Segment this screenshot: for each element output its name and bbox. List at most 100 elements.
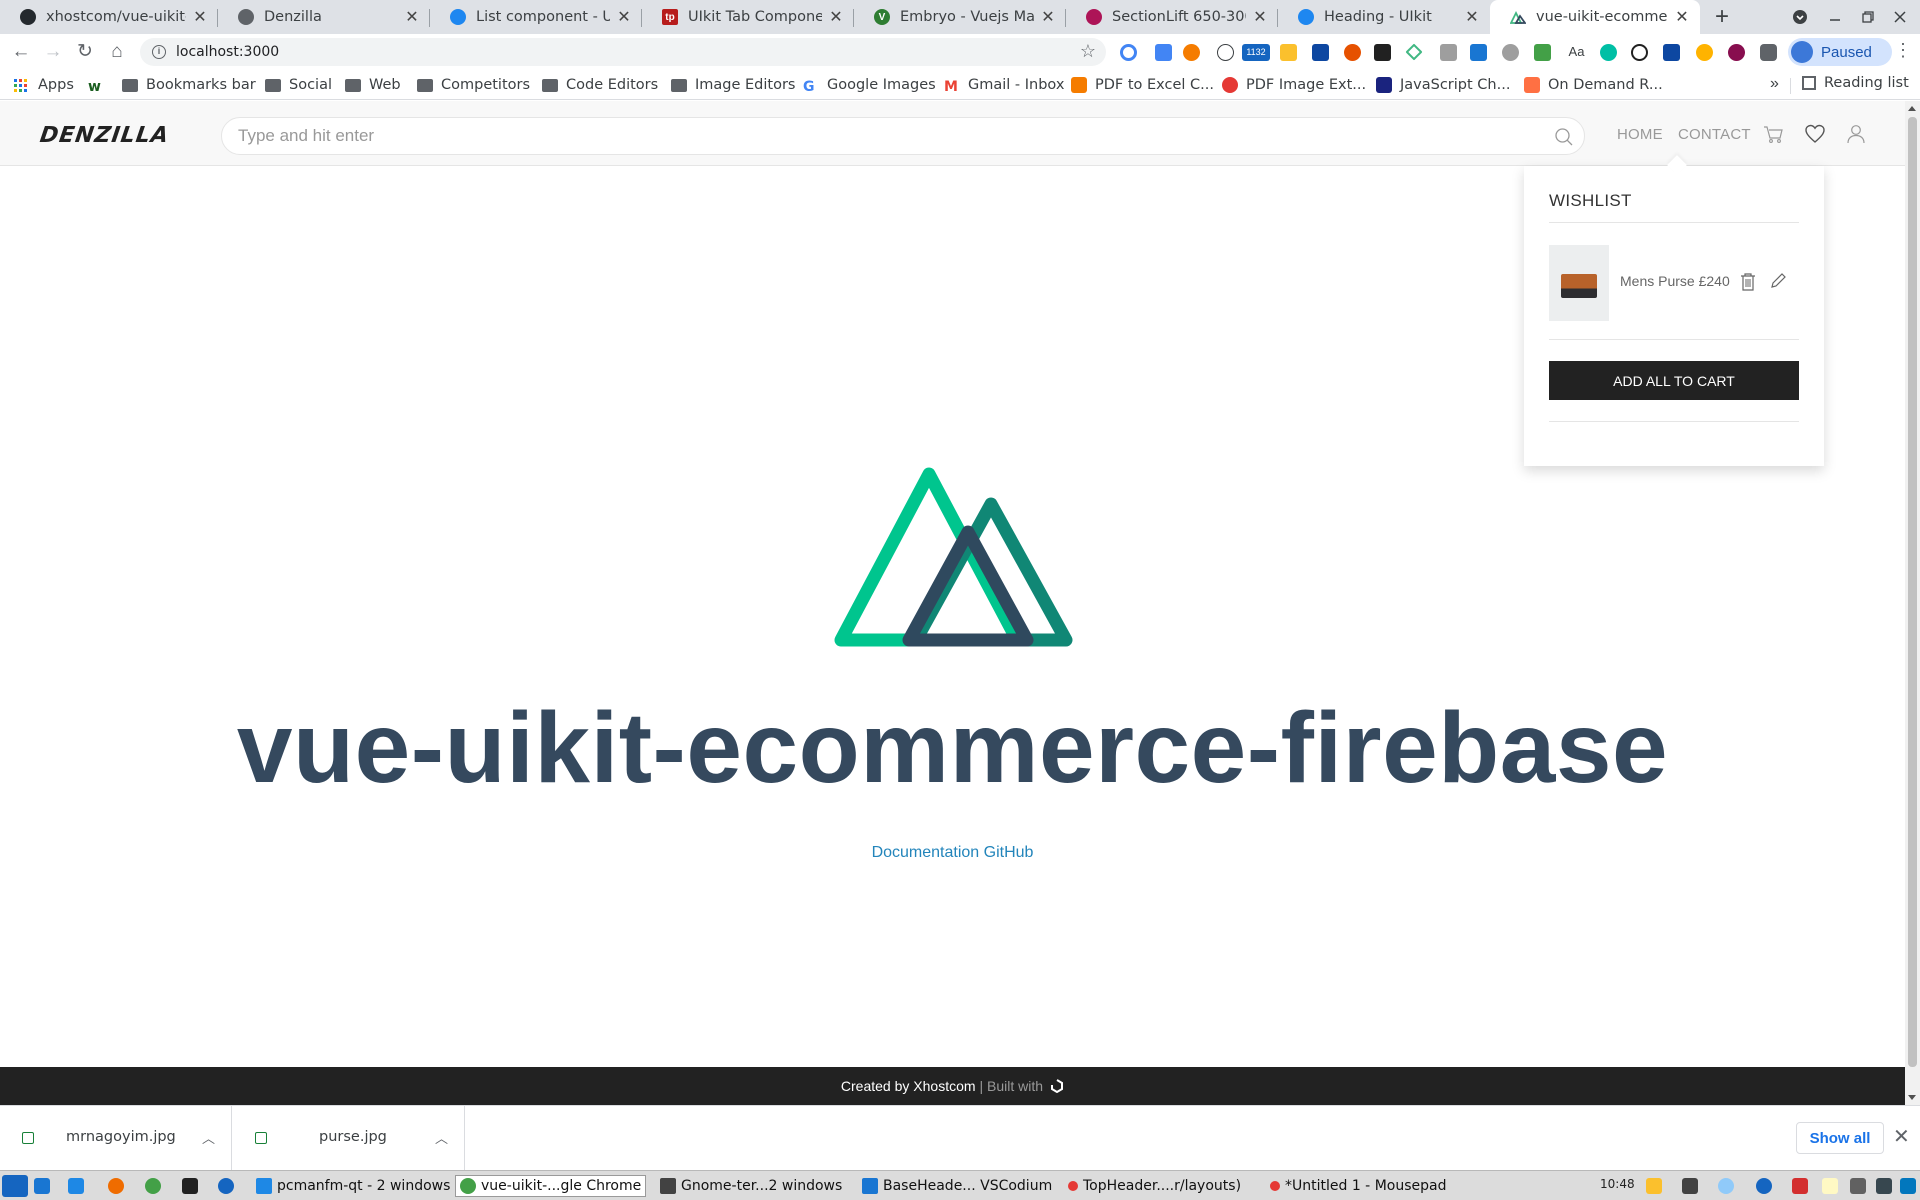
close-tab-icon[interactable]: ✕	[616, 7, 632, 27]
product-thumbnail[interactable]	[1549, 245, 1609, 321]
tab-search-icon[interactable]	[1792, 0, 1808, 34]
taskbar-item[interactable]: BaseHeade... VSCodium	[862, 1175, 1052, 1197]
bookmark-folder[interactable]: Social	[265, 75, 332, 95]
extension-badge-icon[interactable]: 1132	[1242, 44, 1270, 61]
browser-tab[interactable]: xhostcom/vue-uikit-e ✕	[0, 0, 218, 34]
forward-arrow-icon[interactable]: →	[40, 39, 66, 65]
tray-icon[interactable]	[1850, 1178, 1866, 1194]
chrome-icon[interactable]	[145, 1178, 161, 1194]
tray-icon[interactable]	[1718, 1178, 1734, 1194]
taskbar-item[interactable]: TopHeader....r/layouts)	[1068, 1175, 1241, 1197]
bookmark-google-images[interactable]: G Google Images	[803, 75, 936, 95]
extension-icon[interactable]	[1374, 44, 1391, 61]
extension-icon[interactable]	[1312, 44, 1329, 61]
extension-icon[interactable]	[1155, 44, 1172, 61]
extension-icon[interactable]	[1534, 44, 1551, 61]
bookmark-apps[interactable]: Apps	[14, 75, 74, 95]
bookmark-ondemand[interactable]: On Demand R...	[1524, 75, 1663, 95]
more-bookmarks-icon[interactable]: »	[1770, 75, 1779, 93]
add-all-to-cart-button[interactable]: ADD ALL TO CART	[1549, 361, 1799, 400]
profile-button[interactable]: Paused	[1788, 38, 1892, 66]
restore-window-icon[interactable]	[1862, 0, 1874, 34]
bookmark-folder[interactable]: Competitors	[417, 75, 530, 95]
extension-icon[interactable]	[1696, 44, 1713, 61]
extension-icon[interactable]	[1280, 44, 1297, 61]
bookmark-gmail[interactable]: M Gmail - Inbox	[944, 75, 1064, 95]
browser-tab[interactable]: Heading - UIkit ✕	[1278, 0, 1490, 34]
tray-icon[interactable]	[1756, 1178, 1772, 1194]
terminal-icon[interactable]	[182, 1178, 198, 1194]
nav-home-link[interactable]: HOME	[1617, 126, 1663, 143]
menu-kebab-icon[interactable]: ⋮	[1894, 40, 1912, 61]
extension-icon[interactable]	[1440, 44, 1457, 61]
browser-tab[interactable]: List component - UIkit ✕	[430, 0, 642, 34]
extension-icon[interactable]	[1728, 44, 1745, 61]
bookmark-folder[interactable]: Web	[345, 75, 401, 95]
tray-icon[interactable]	[1646, 1178, 1662, 1194]
new-tab-button[interactable]: +	[1708, 3, 1736, 31]
github-link[interactable]: GitHub	[984, 844, 1034, 861]
close-tab-icon[interactable]: ✕	[192, 7, 208, 27]
close-shelf-icon[interactable]: ✕	[1893, 1124, 1910, 1149]
chevron-up-icon[interactable]: ︿	[202, 1128, 215, 1147]
edit-pencil-icon[interactable]	[1770, 273, 1786, 289]
bookmark-folder[interactable]: Bookmarks bar	[122, 75, 256, 95]
home-icon[interactable]: ⌂	[104, 39, 130, 65]
cart-icon[interactable]	[1763, 123, 1785, 145]
download-item[interactable]: purse.jpg ︿	[233, 1106, 465, 1170]
desktop-icon[interactable]	[34, 1178, 50, 1194]
close-tab-icon[interactable]: ✕	[1674, 7, 1690, 27]
close-tab-icon[interactable]: ✕	[828, 7, 844, 27]
extension-icon[interactable]	[1470, 44, 1487, 61]
trash-icon[interactable]	[1740, 273, 1756, 291]
extension-icon[interactable]	[1663, 44, 1680, 61]
tray-icon[interactable]	[1682, 1178, 1698, 1194]
nav-contact-link[interactable]: CONTACT	[1678, 126, 1751, 143]
bookmark-pdf-excel[interactable]: PDF to Excel C...	[1071, 75, 1214, 95]
site-info-icon[interactable]: i	[152, 45, 166, 59]
heart-icon[interactable]	[1804, 123, 1826, 145]
close-tab-icon[interactable]: ✕	[1252, 7, 1268, 27]
font-icon[interactable]: Aa	[1568, 44, 1585, 61]
taskbar-item[interactable]: Gnome-ter...2 windows	[660, 1175, 842, 1197]
browser-tab[interactable]: Denzilla ✕	[218, 0, 430, 34]
bookmark-star-icon[interactable]: ☆	[1080, 41, 1096, 62]
browser-tab[interactable]: V Embryo - Vuejs Mater ✕	[854, 0, 1066, 34]
back-arrow-icon[interactable]: ←	[8, 39, 34, 65]
close-tab-icon[interactable]: ✕	[404, 7, 420, 27]
bookmark-javascript[interactable]: JavaScript Ch...	[1376, 75, 1510, 95]
download-item[interactable]: mrnagoyim.jpg ︿	[0, 1106, 232, 1170]
tray-icon[interactable]	[1900, 1178, 1916, 1194]
taskbar-item-active[interactable]: vue-uikit-...gle Chrome	[455, 1175, 647, 1197]
browser-tab[interactable]: SectionLift 650-300 | L ✕	[1066, 0, 1278, 34]
tray-icon[interactable]	[1822, 1178, 1838, 1194]
search-icon[interactable]	[1554, 127, 1574, 147]
extension-icon[interactable]	[1502, 44, 1519, 61]
bookmark-w[interactable]: w	[88, 75, 112, 95]
taskbar-item[interactable]: pcmanfm-qt - 2 windows	[256, 1175, 450, 1197]
extension-icon[interactable]	[1600, 44, 1617, 61]
taskbar-item[interactable]: *Untitled 1 - Mousepad	[1270, 1175, 1446, 1197]
chevron-up-icon[interactable]: ︿	[435, 1128, 448, 1147]
github-desktop-icon[interactable]	[218, 1178, 234, 1194]
browser-tab-active[interactable]: vue-uikit-ecommerce ✕	[1490, 0, 1700, 34]
extension-icon[interactable]	[1405, 43, 1423, 61]
extension-icon[interactable]	[1183, 44, 1200, 61]
show-all-downloads-button[interactable]: Show all	[1796, 1122, 1884, 1154]
documentation-link[interactable]: Documentation	[872, 844, 980, 861]
site-logo[interactable]: DENZILLA	[38, 123, 170, 148]
address-bar[interactable]: i localhost:3000 ☆	[140, 38, 1106, 66]
tray-icon[interactable]	[1876, 1178, 1892, 1194]
start-menu-icon[interactable]	[2, 1175, 28, 1197]
extension-icon[interactable]	[1120, 44, 1137, 61]
browser-tab[interactable]: tp UIkit Tab Component ✕	[642, 0, 854, 34]
minimize-window-icon[interactable]	[1829, 0, 1841, 34]
extension-icon[interactable]	[1344, 44, 1361, 61]
close-window-icon[interactable]	[1894, 0, 1906, 34]
file-manager-icon[interactable]	[68, 1178, 84, 1194]
bookmark-folder[interactable]: Code Editors	[542, 75, 658, 95]
firefox-icon[interactable]	[108, 1178, 124, 1194]
tray-icon[interactable]	[1792, 1178, 1808, 1194]
bookmark-folder[interactable]: Image Editors	[671, 75, 796, 95]
extension-icon[interactable]	[1217, 44, 1234, 61]
